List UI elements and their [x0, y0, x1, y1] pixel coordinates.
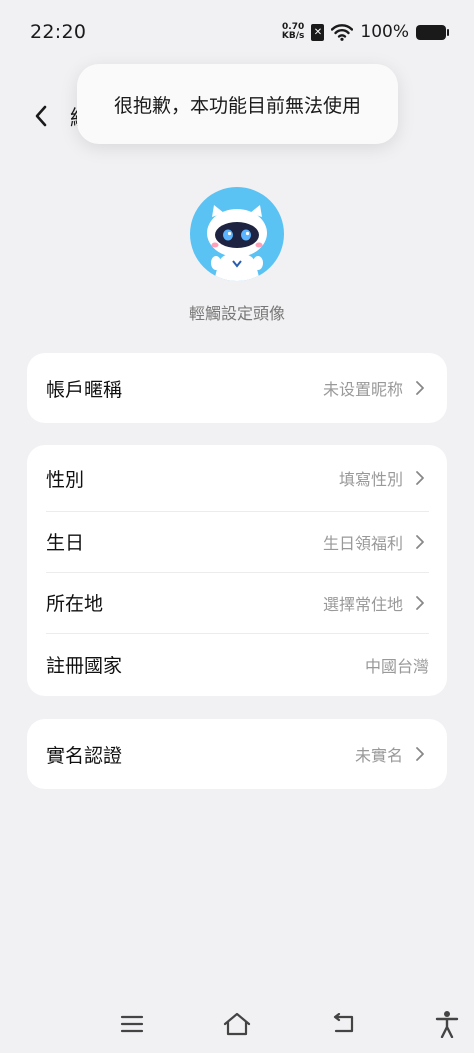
row-value: 填寫性別 [338, 470, 403, 489]
row-label: 所在地 [46, 593, 104, 615]
back-button[interactable] [26, 98, 56, 134]
row-value: 未设置昵称 [322, 380, 403, 399]
row-registered-country: 註冊國家 中國台灣 [27, 633, 447, 696]
nickname-card: 帳戶暱稱 未设置昵称 [27, 353, 447, 423]
home-button[interactable] [222, 1009, 252, 1039]
row-gender[interactable]: 性別 填寫性別 [27, 445, 447, 511]
robot-mascot-icon [207, 205, 267, 281]
chevron-right-icon [415, 594, 429, 612]
row-value: 未實名 [354, 746, 403, 765]
chevron-right-icon [415, 379, 429, 397]
row-birthday[interactable]: 生日 生日領福利 [27, 511, 447, 572]
battery-icon [416, 24, 449, 40]
wifi-icon [331, 23, 354, 41]
row-nickname[interactable]: 帳戶暱稱 未设置昵称 [27, 353, 447, 423]
row-label: 實名認證 [46, 744, 123, 767]
accessibility-icon [435, 1011, 459, 1038]
row-label: 帳戶暱稱 [46, 378, 123, 401]
row-label: 註冊國家 [46, 655, 123, 677]
status-icons: 0.70 KB/s ✕ 100% [282, 22, 449, 42]
chevron-right-icon [415, 533, 429, 551]
battery-percent: 100% [360, 22, 409, 42]
row-label: 生日 [46, 532, 85, 554]
back-nav-button[interactable] [328, 1009, 358, 1039]
status-time: 22:20 [30, 21, 87, 43]
row-value: 選擇常住地 [322, 594, 403, 614]
avatar-hint[interactable]: 輕觸設定頭像 [0, 300, 474, 324]
row-value: 中國台灣 [364, 656, 429, 676]
sim-no-signal-icon: ✕ [311, 23, 325, 41]
system-nav-bar [0, 997, 474, 1053]
row-value: 生日領福利 [322, 533, 403, 553]
menu-icon [120, 1015, 144, 1033]
accessibility-button[interactable] [432, 1009, 462, 1039]
avatar[interactable] [190, 187, 284, 281]
network-speed: 0.70 KB/s [282, 23, 304, 41]
profile-card: 性別 填寫性別 生日 生日領福利 所在地 選擇常住地 註冊國家 中國台灣 [27, 445, 447, 696]
chevron-right-icon [415, 745, 429, 763]
network-speed-unit: KB/s [281, 31, 305, 41]
chevron-left-icon [35, 105, 47, 127]
toast-message: 很抱歉，本功能目前無法使用 [77, 64, 398, 144]
row-location[interactable]: 所在地 選擇常住地 [27, 572, 447, 633]
menu-button[interactable] [117, 1009, 147, 1039]
chevron-right-icon [415, 469, 429, 487]
row-label: 性別 [46, 468, 85, 491]
row-real-name-verification[interactable]: 實名認證 未實名 [27, 719, 447, 789]
status-bar: 22:20 0.70 KB/s ✕ 100% [0, 0, 474, 64]
back-nav-icon [333, 1013, 354, 1033]
home-icon [223, 1012, 251, 1036]
verification-card: 實名認證 未實名 [27, 719, 447, 789]
